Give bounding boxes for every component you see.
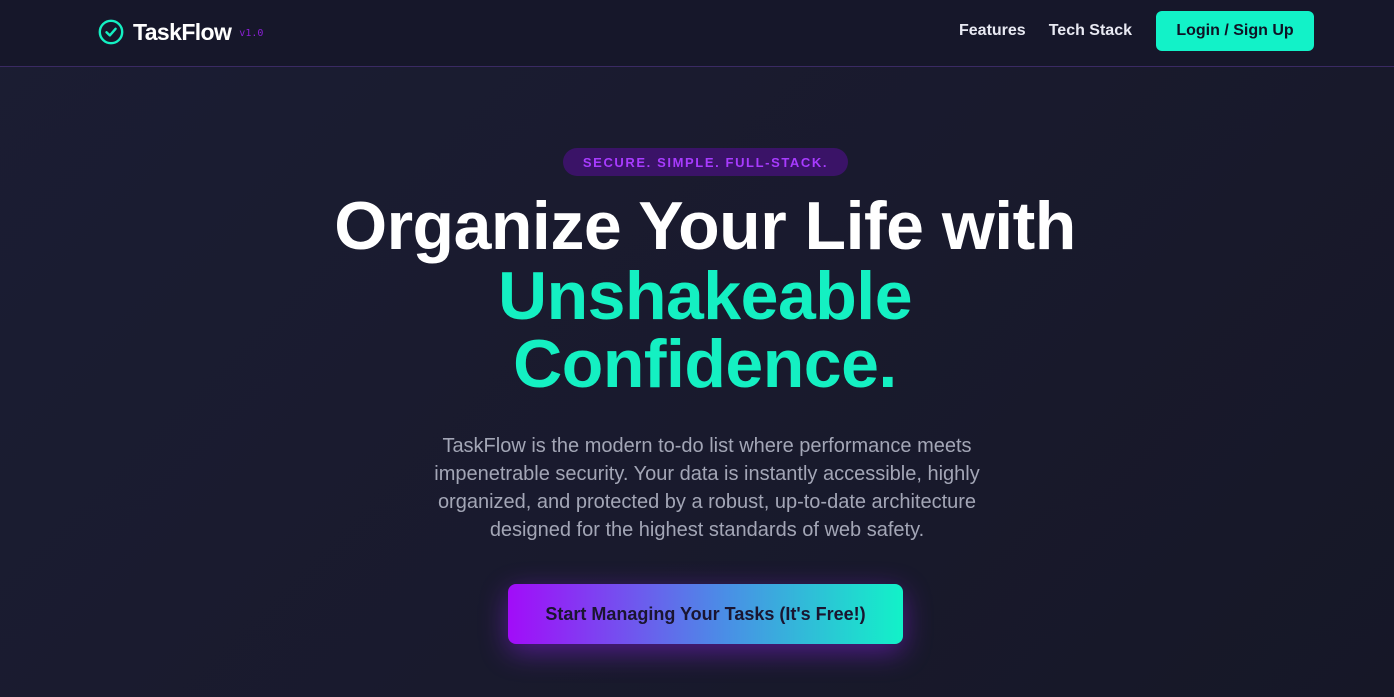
main-nav: Features Tech Stack Login / Sign Up: [959, 11, 1314, 51]
landing-page: TaskFlow v1.0 Features Tech Stack Login …: [0, 0, 1394, 697]
top-navigation-bar: TaskFlow v1.0 Features Tech Stack Login …: [0, 0, 1394, 67]
check-circle-icon: [98, 19, 124, 45]
headline-line-3: Confidence.: [513, 326, 897, 402]
hero-headline: Organize Your Life with Unshakeable Conf…: [200, 190, 1210, 398]
nav-link-tech-stack[interactable]: Tech Stack: [1049, 22, 1132, 40]
headline-line-2: Unshakeable: [497, 258, 913, 334]
login-signup-button[interactable]: Login / Sign Up: [1156, 11, 1314, 51]
headline-line-1: Organize Your Life with: [334, 188, 1076, 264]
brand-name: TaskFlow: [133, 18, 232, 45]
brand-logo[interactable]: TaskFlow v1.0: [98, 16, 263, 48]
brand-version: v1.0: [239, 27, 264, 39]
tagline-badge: SECURE. SIMPLE. FULL-STACK.: [563, 148, 848, 176]
start-managing-tasks-button[interactable]: Start Managing Your Tasks (It's Free!): [508, 584, 903, 644]
hero-description: TaskFlow is the modern to-do list where …: [434, 435, 980, 541]
nav-link-features[interactable]: Features: [959, 22, 1026, 40]
